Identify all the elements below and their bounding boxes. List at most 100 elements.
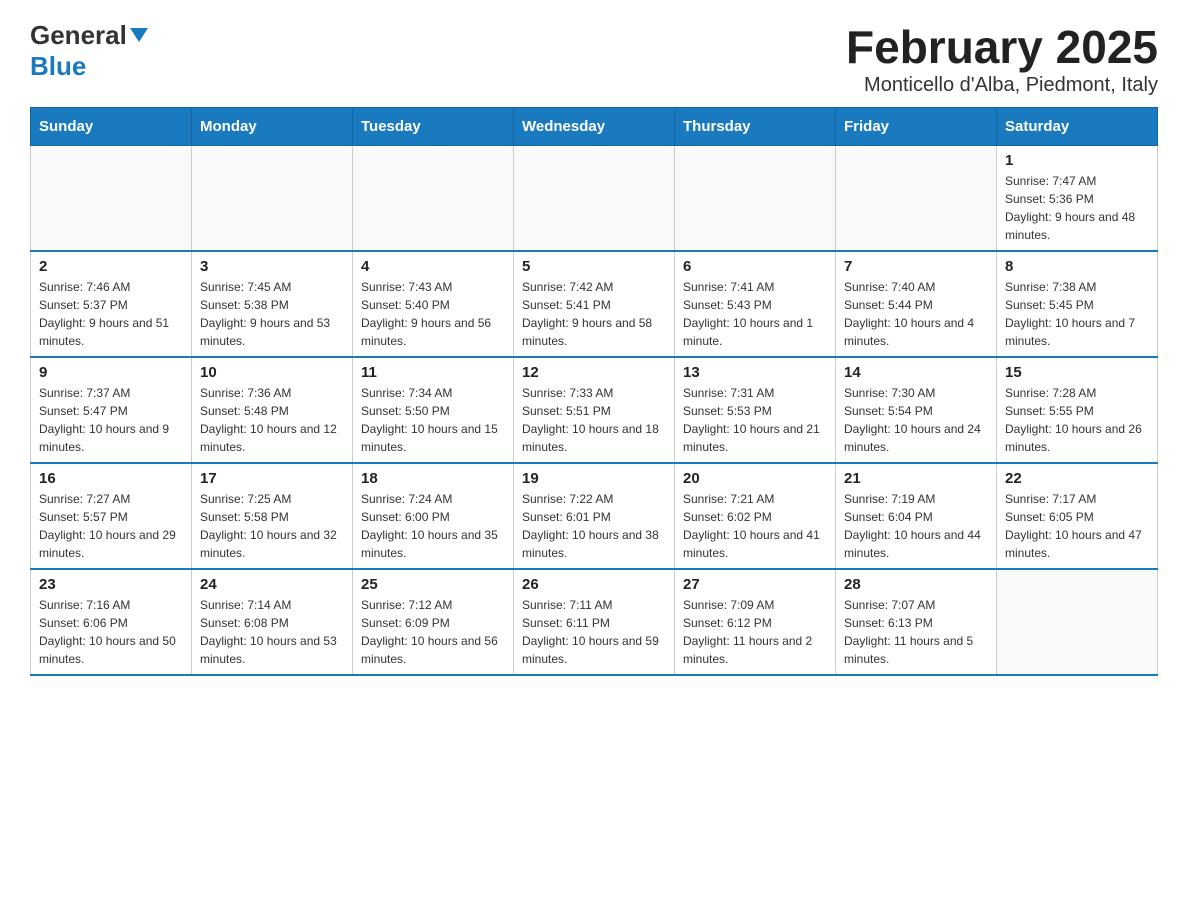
day-info: Sunrise: 7:21 AMSunset: 6:02 PMDaylight:… bbox=[683, 490, 827, 562]
logo-blue: Blue bbox=[30, 51, 86, 82]
day-cell: 23 Sunrise: 7:16 AMSunset: 6:06 PMDayligh… bbox=[31, 569, 192, 675]
day-info: Sunrise: 7:22 AMSunset: 6:01 PMDaylight:… bbox=[522, 490, 666, 562]
day-number: 6 bbox=[683, 258, 827, 275]
day-info: Sunrise: 7:19 AMSunset: 6:04 PMDaylight:… bbox=[844, 490, 988, 562]
calendar-table: SundayMondayTuesdayWednesdayThursdayFrid… bbox=[30, 107, 1158, 676]
day-cell: 6 Sunrise: 7:41 AMSunset: 5:43 PMDaylight… bbox=[675, 251, 836, 357]
day-info: Sunrise: 7:31 AMSunset: 5:53 PMDaylight:… bbox=[683, 384, 827, 456]
day-info: Sunrise: 7:30 AMSunset: 5:54 PMDaylight:… bbox=[844, 384, 988, 456]
day-info: Sunrise: 7:43 AMSunset: 5:40 PMDaylight:… bbox=[361, 278, 505, 350]
day-number: 3 bbox=[200, 258, 344, 275]
header-cell-wednesday: Wednesday bbox=[514, 108, 675, 146]
day-cell: 18Sunrise: 7:24 AMSunset: 6:00 PMDayligh… bbox=[353, 463, 514, 569]
calendar-subtitle: Monticello d'Alba, Piedmont, Italy bbox=[846, 74, 1158, 97]
logo: General Blue bbox=[30, 20, 148, 82]
day-number: 1 bbox=[1005, 152, 1149, 169]
day-info: Sunrise: 7:45 AMSunset: 5:38 PMDaylight:… bbox=[200, 278, 344, 350]
day-cell: 3 Sunrise: 7:45 AMSunset: 5:38 PMDaylight… bbox=[192, 251, 353, 357]
day-number: 11 bbox=[361, 364, 505, 381]
day-cell: 20 Sunrise: 7:21 AMSunset: 6:02 PMDayligh… bbox=[675, 463, 836, 569]
day-info: Sunrise: 7:11 AMSunset: 6:11 PMDaylight:… bbox=[522, 596, 666, 668]
day-number: 9 bbox=[39, 364, 183, 381]
week-row-2: 9 Sunrise: 7:37 AMSunset: 5:47 PMDaylight… bbox=[31, 357, 1158, 463]
day-cell: 13 Sunrise: 7:31 AMSunset: 5:53 PMDayligh… bbox=[675, 357, 836, 463]
day-cell bbox=[31, 146, 192, 252]
day-info: Sunrise: 7:16 AMSunset: 6:06 PMDaylight:… bbox=[39, 596, 183, 668]
calendar-header: SundayMondayTuesdayWednesdayThursdayFrid… bbox=[31, 108, 1158, 146]
day-number: 13 bbox=[683, 364, 827, 381]
calendar-title: February 2025 bbox=[846, 20, 1158, 74]
day-cell: 25 Sunrise: 7:12 AMSunset: 6:09 PMDayligh… bbox=[353, 569, 514, 675]
header-cell-saturday: Saturday bbox=[997, 108, 1158, 146]
day-cell: 14 Sunrise: 7:30 AMSunset: 5:54 PMDayligh… bbox=[836, 357, 997, 463]
day-number: 19 bbox=[522, 470, 666, 487]
day-cell bbox=[353, 146, 514, 252]
logo-triangle-icon bbox=[130, 28, 148, 42]
day-number: 25 bbox=[361, 576, 505, 593]
page-header: General Blue February 2025 Monticello d'… bbox=[30, 20, 1158, 97]
day-cell: 12Sunrise: 7:33 AMSunset: 5:51 PMDayligh… bbox=[514, 357, 675, 463]
day-info: Sunrise: 7:36 AMSunset: 5:48 PMDaylight:… bbox=[200, 384, 344, 456]
day-info: Sunrise: 7:41 AMSunset: 5:43 PMDaylight:… bbox=[683, 278, 827, 350]
day-cell: 1 Sunrise: 7:47 AMSunset: 5:36 PMDaylight… bbox=[997, 146, 1158, 252]
header-cell-sunday: Sunday bbox=[31, 108, 192, 146]
day-cell: 26Sunrise: 7:11 AMSunset: 6:11 PMDayligh… bbox=[514, 569, 675, 675]
day-cell bbox=[192, 146, 353, 252]
day-number: 4 bbox=[361, 258, 505, 275]
header-cell-friday: Friday bbox=[836, 108, 997, 146]
day-number: 20 bbox=[683, 470, 827, 487]
day-info: Sunrise: 7:25 AMSunset: 5:58 PMDaylight:… bbox=[200, 490, 344, 562]
day-info: Sunrise: 7:28 AMSunset: 5:55 PMDaylight:… bbox=[1005, 384, 1149, 456]
day-info: Sunrise: 7:47 AMSunset: 5:36 PMDaylight:… bbox=[1005, 172, 1149, 244]
day-number: 12 bbox=[522, 364, 666, 381]
day-number: 8 bbox=[1005, 258, 1149, 275]
day-cell: 15 Sunrise: 7:28 AMSunset: 5:55 PMDayligh… bbox=[997, 357, 1158, 463]
day-number: 21 bbox=[844, 470, 988, 487]
day-cell bbox=[836, 146, 997, 252]
day-cell: 7 Sunrise: 7:40 AMSunset: 5:44 PMDaylight… bbox=[836, 251, 997, 357]
day-info: Sunrise: 7:46 AMSunset: 5:37 PMDaylight:… bbox=[39, 278, 183, 350]
day-number: 24 bbox=[200, 576, 344, 593]
calendar-body: 1 Sunrise: 7:47 AMSunset: 5:36 PMDaylight… bbox=[31, 146, 1158, 676]
day-cell: 9 Sunrise: 7:37 AMSunset: 5:47 PMDaylight… bbox=[31, 357, 192, 463]
day-cell: 8 Sunrise: 7:38 AMSunset: 5:45 PMDaylight… bbox=[997, 251, 1158, 357]
day-cell bbox=[675, 146, 836, 252]
day-cell: 4 Sunrise: 7:43 AMSunset: 5:40 PMDaylight… bbox=[353, 251, 514, 357]
day-number: 28 bbox=[844, 576, 988, 593]
day-info: Sunrise: 7:12 AMSunset: 6:09 PMDaylight:… bbox=[361, 596, 505, 668]
day-cell: 11 Sunrise: 7:34 AMSunset: 5:50 PMDayligh… bbox=[353, 357, 514, 463]
day-cell: 24 Sunrise: 7:14 AMSunset: 6:08 PMDayligh… bbox=[192, 569, 353, 675]
day-cell: 10 Sunrise: 7:36 AMSunset: 5:48 PMDayligh… bbox=[192, 357, 353, 463]
week-row-1: 2 Sunrise: 7:46 AMSunset: 5:37 PMDaylight… bbox=[31, 251, 1158, 357]
day-cell: 21 Sunrise: 7:19 AMSunset: 6:04 PMDayligh… bbox=[836, 463, 997, 569]
day-info: Sunrise: 7:09 AMSunset: 6:12 PMDaylight:… bbox=[683, 596, 827, 668]
day-number: 14 bbox=[844, 364, 988, 381]
day-number: 15 bbox=[1005, 364, 1149, 381]
day-cell: 17Sunrise: 7:25 AMSunset: 5:58 PMDayligh… bbox=[192, 463, 353, 569]
day-info: Sunrise: 7:38 AMSunset: 5:45 PMDaylight:… bbox=[1005, 278, 1149, 350]
day-info: Sunrise: 7:14 AMSunset: 6:08 PMDaylight:… bbox=[200, 596, 344, 668]
day-number: 10 bbox=[200, 364, 344, 381]
day-cell: 19 Sunrise: 7:22 AMSunset: 6:01 PMDayligh… bbox=[514, 463, 675, 569]
day-number: 5 bbox=[522, 258, 666, 275]
day-number: 27 bbox=[683, 576, 827, 593]
day-info: Sunrise: 7:37 AMSunset: 5:47 PMDaylight:… bbox=[39, 384, 183, 456]
day-info: Sunrise: 7:42 AMSunset: 5:41 PMDaylight:… bbox=[522, 278, 666, 350]
day-cell: 16Sunrise: 7:27 AMSunset: 5:57 PMDayligh… bbox=[31, 463, 192, 569]
day-number: 22 bbox=[1005, 470, 1149, 487]
logo-general: General bbox=[30, 20, 127, 51]
day-info: Sunrise: 7:40 AMSunset: 5:44 PMDaylight:… bbox=[844, 278, 988, 350]
day-info: Sunrise: 7:24 AMSunset: 6:00 PMDaylight:… bbox=[361, 490, 505, 562]
week-row-0: 1 Sunrise: 7:47 AMSunset: 5:36 PMDaylight… bbox=[31, 146, 1158, 252]
week-row-4: 23 Sunrise: 7:16 AMSunset: 6:06 PMDayligh… bbox=[31, 569, 1158, 675]
day-number: 23 bbox=[39, 576, 183, 593]
day-number: 7 bbox=[844, 258, 988, 275]
day-info: Sunrise: 7:34 AMSunset: 5:50 PMDaylight:… bbox=[361, 384, 505, 456]
day-number: 16 bbox=[39, 470, 183, 487]
day-cell: 28 Sunrise: 7:07 AMSunset: 6:13 PMDayligh… bbox=[836, 569, 997, 675]
day-cell: 22Sunrise: 7:17 AMSunset: 6:05 PMDayligh… bbox=[997, 463, 1158, 569]
week-row-3: 16Sunrise: 7:27 AMSunset: 5:57 PMDayligh… bbox=[31, 463, 1158, 569]
day-cell bbox=[514, 146, 675, 252]
day-number: 2 bbox=[39, 258, 183, 275]
day-info: Sunrise: 7:07 AMSunset: 6:13 PMDaylight:… bbox=[844, 596, 988, 668]
